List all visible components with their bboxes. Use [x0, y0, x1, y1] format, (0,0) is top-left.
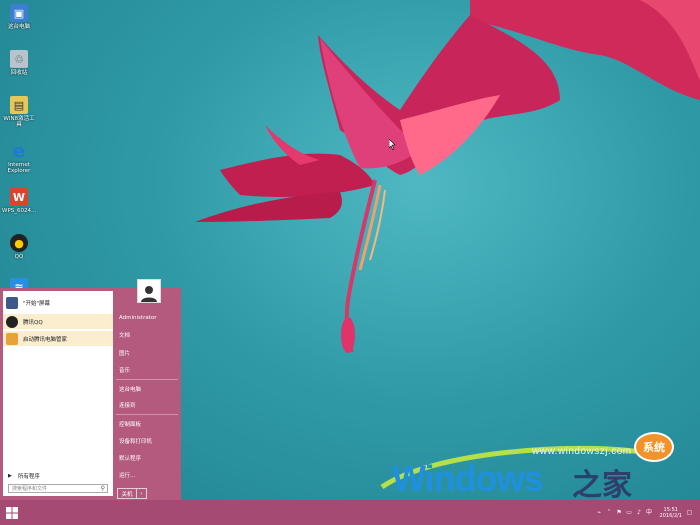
triangle-right-icon: ▶ — [8, 473, 12, 479]
computer-icon: ▣ — [10, 4, 28, 22]
start-screen-icon — [6, 296, 18, 309]
ie-icon: e — [12, 140, 26, 162]
ime-icon[interactable]: 中 — [646, 509, 653, 516]
start-menu: "开始"屏幕 腾讯QQ 启动腾讯电脑管家 ▶ 所有程序 搜索程序和文件 ⚲ Ad… — [0, 288, 181, 500]
start-menu-places-panel: Administrator 文档 图片 音乐 这台电脑 连接到 控制面板 设备和… — [116, 291, 178, 496]
start-menu-item-label: 腾讯QQ — [23, 319, 43, 326]
start-menu-programs-panel: "开始"屏幕 腾讯QQ 启动腾讯电脑管家 ▶ 所有程序 搜索程序和文件 ⚲ — [3, 291, 113, 496]
clock-date: 2016/2/1 — [659, 512, 682, 519]
places-item-devices-printers[interactable]: 设备和打印机 — [119, 437, 152, 445]
clock[interactable]: 15:51 2016/2/1 — [660, 507, 682, 519]
watermark-url: www.windowszj.com — [532, 446, 632, 457]
system-tray: ⌁ ˄ ⚑ ▭ ♪ 中 15:51 2016/2/1 ▢ — [596, 503, 696, 522]
divider — [116, 379, 178, 380]
shutdown-button[interactable]: 关机 — [117, 488, 137, 499]
wps-icon: W — [10, 188, 28, 206]
chevron-right-icon: › — [140, 490, 143, 497]
places-item-control-panel[interactable]: 控制面板 — [119, 420, 141, 428]
watermark-logo: www.windowszj.com Windows 之家 系统 — [372, 432, 674, 502]
search-placeholder: 搜索程序和文件 — [12, 486, 48, 492]
search-icon: ⚲ — [100, 485, 105, 492]
desktop-icon-wps[interactable]: W WPS_6024... — [2, 188, 36, 214]
places-item-connect-to[interactable]: 连接到 — [119, 401, 136, 409]
qq-icon: ● — [10, 234, 28, 252]
places-item-default-programs[interactable]: 默认程序 — [119, 454, 141, 462]
flower-illustration — [195, 0, 700, 353]
recycle-bin-icon: ♲ — [10, 50, 28, 68]
desktop-icon-qq[interactable]: ● QQ — [2, 234, 36, 260]
places-item-run[interactable]: 运行... — [119, 471, 135, 479]
all-programs-label: 所有程序 — [17, 474, 40, 480]
places-item-computer[interactable]: 这台电脑 — [119, 385, 141, 393]
start-menu-item-label: 启动腾讯电脑管家 — [23, 336, 68, 343]
watermark-badge: 系统 — [634, 432, 674, 462]
watermark-brand-main: Windows — [392, 458, 544, 499]
places-item-pictures[interactable]: 图片 — [119, 349, 130, 357]
chevron-up-icon[interactable]: ˄ — [606, 509, 613, 516]
watermark-brand-suffix: 之家 — [572, 469, 632, 502]
pc-manager-icon — [6, 332, 18, 345]
activation-tool-icon: ▤ — [10, 96, 28, 114]
desktop-icon-computer[interactable]: ▣ 这台电脑 — [2, 4, 36, 30]
taskbar: ⌁ ˄ ⚑ ▭ ♪ 中 15:51 2016/2/1 ▢ — [0, 500, 700, 525]
start-menu-item-pc-manager[interactable]: 启动腾讯电脑管家 — [3, 331, 113, 346]
divider — [116, 414, 178, 415]
start-menu-item-qq[interactable]: 腾讯QQ — [3, 314, 113, 329]
volume-icon[interactable]: ♪ — [636, 509, 643, 516]
shutdown-options-button[interactable]: › — [137, 488, 147, 499]
desktop-icon-recycle-bin[interactable]: ♲ 回收站 — [2, 50, 36, 76]
avatar[interactable] — [137, 279, 161, 303]
windows-start-button[interactable] — [6, 507, 18, 519]
places-item-documents[interactable]: 文档 — [119, 331, 130, 339]
qq-icon — [6, 315, 18, 328]
shutdown-control: 关机 › — [117, 488, 147, 499]
mouse-cursor — [389, 139, 396, 150]
flag-icon[interactable]: ⚑ — [616, 509, 623, 516]
start-menu-item-label: "开始"屏幕 — [23, 300, 51, 307]
desktop-icon-ie[interactable]: e Internet Explorer — [2, 140, 36, 175]
places-item-music[interactable]: 音乐 — [119, 366, 130, 374]
network-icon[interactable]: ⌁ — [596, 509, 603, 516]
user-name[interactable]: Administrator — [119, 315, 157, 321]
desktop-icon-activation-tool[interactable]: ▤ WIN8激活工具 — [2, 96, 36, 128]
notification-icon[interactable]: ▢ — [686, 509, 693, 516]
monitor-icon[interactable]: ▭ — [626, 509, 633, 516]
user-icon — [141, 286, 157, 302]
search-input[interactable]: 搜索程序和文件 ⚲ — [8, 484, 108, 493]
start-menu-item-start-screen[interactable]: "开始"屏幕 — [3, 295, 113, 310]
all-programs-button[interactable]: ▶ 所有程序 — [3, 471, 113, 481]
